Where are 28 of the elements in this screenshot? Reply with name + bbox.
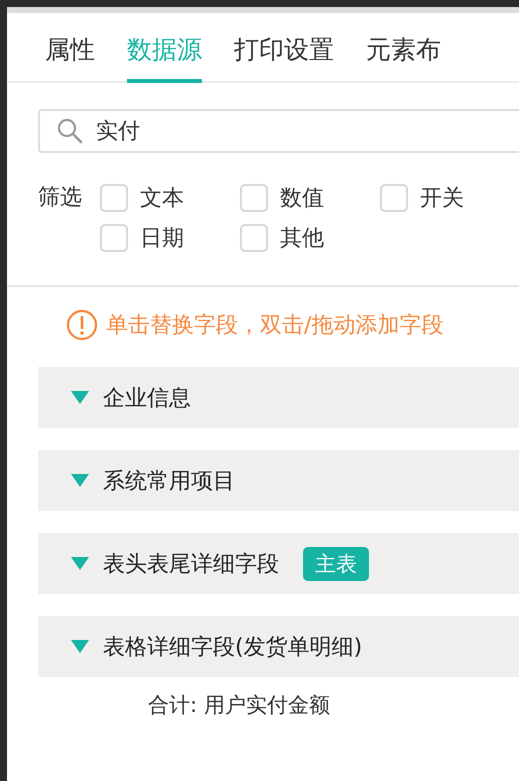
field-item[interactable]: 合计: 用户实付金额 [38,677,519,719]
checkbox[interactable] [100,184,128,212]
hint-text: 单击替换字段，双击/拖动添加字段 [106,312,444,340]
checkbox[interactable] [380,184,408,212]
group-header[interactable]: 企业信息 [38,367,519,428]
filter-option[interactable]: 其他 [240,221,380,255]
tab[interactable]: 元素布 [366,13,441,83]
filter-option[interactable]: 开关 [380,181,500,215]
main-table-tag: 主表 [303,546,369,580]
group-title: 表格详细字段(发货单明细) [103,634,362,662]
tab[interactable]: 属性 [45,13,95,83]
group-title: 企业信息 [103,384,191,412]
filter-option[interactable]: 日期 [100,221,240,255]
tab[interactable]: 打印设置 [234,13,334,83]
group-title: 表头表尾详细字段 [103,550,279,578]
group-title: 系统常用项目 [103,468,235,496]
search-icon [56,117,84,145]
filter-option[interactable]: 文本 [100,181,240,215]
checkbox[interactable] [240,184,268,212]
group-header[interactable]: 系统常用项目 [38,450,519,511]
checkbox[interactable] [240,224,268,252]
group-header[interactable]: 表头表尾详细字段 主表 [38,533,519,594]
filter-option[interactable]: 数值 [240,181,380,215]
filter-label: 筛选 [38,184,82,212]
checkbox[interactable] [100,224,128,252]
search-field[interactable]: 实付 [38,109,519,153]
group-header[interactable]: 表格详细字段(发货单明细) [38,616,519,677]
exclamation-icon [66,309,98,341]
